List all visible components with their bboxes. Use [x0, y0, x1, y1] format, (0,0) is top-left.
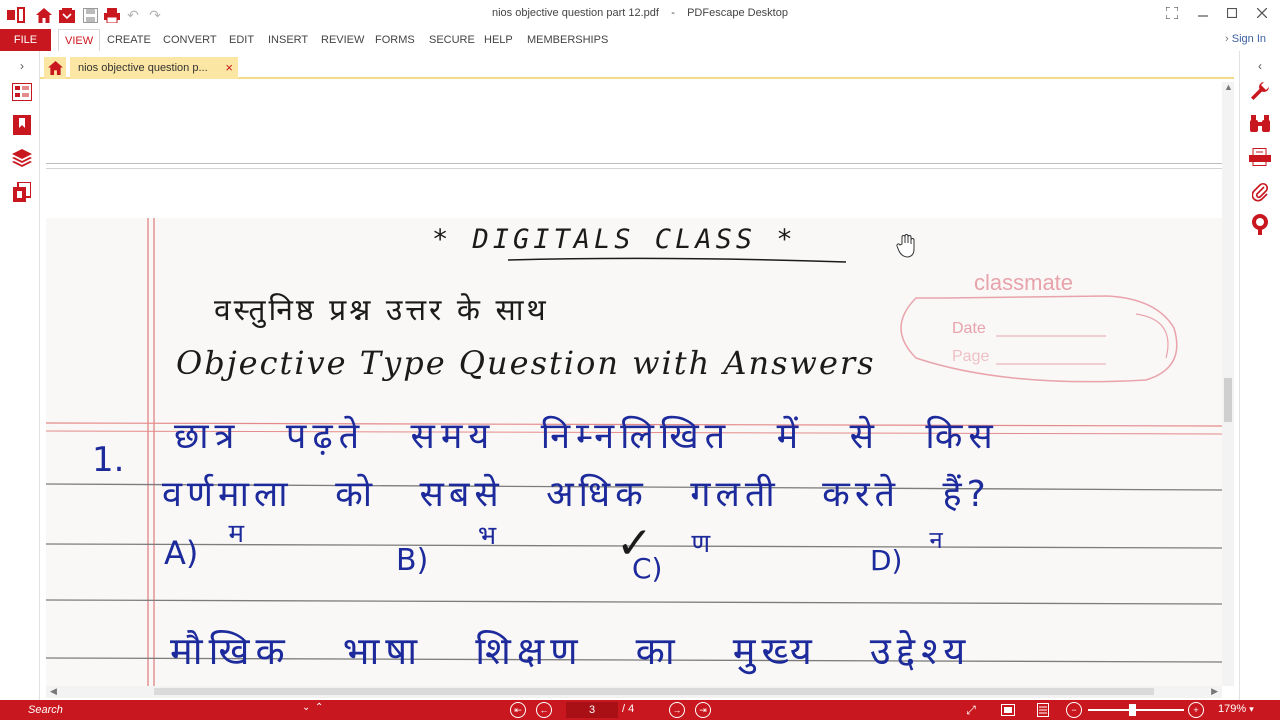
vertical-scrollbar[interactable]: ▲ [1222, 82, 1234, 686]
sign-in-link[interactable]: › Sign In [1225, 33, 1266, 45]
close-window-icon[interactable] [1250, 4, 1274, 22]
thumbnails-icon[interactable] [11, 81, 33, 103]
scroll-right-icon[interactable]: ▶ [1211, 686, 1218, 697]
menu-review[interactable]: REVIEW [315, 29, 370, 51]
option-c-label: C) [632, 552, 663, 585]
option-c: C) ण [632, 529, 710, 586]
right-sidebar: ‹ [1239, 51, 1280, 700]
question-1-line-2: वर्णमाला को सबसे अधिक गलती करते हैं? [162, 474, 991, 515]
menu-view[interactable]: VIEW [58, 29, 101, 51]
actual-size-icon[interactable] [999, 701, 1017, 719]
scanned-page: * DIGITALS CLASS * वस्तुनिष्ठ प्रश्न उत्… [46, 218, 1222, 686]
page-separator [46, 163, 1222, 164]
wrench-icon[interactable] [1248, 79, 1272, 103]
attachments-panel-icon[interactable] [11, 181, 33, 203]
home-tab[interactable] [44, 57, 66, 79]
hand-cursor-icon [896, 234, 916, 258]
chevron-right-icon: › [1225, 33, 1229, 45]
next-page-icon[interactable]: → [669, 702, 685, 718]
document-tab-strip: nios objective question p... × [40, 57, 1234, 79]
page-total: / 4 [622, 703, 635, 715]
option-d: D) न [870, 526, 943, 578]
zoom-slider-track[interactable] [1088, 709, 1184, 711]
option-d-text: न [929, 526, 943, 554]
hindi-subtitle: वस्तुनिष्ठ प्रश्न उत्तर के साथ [214, 293, 549, 328]
layers-icon[interactable] [11, 147, 33, 169]
fit-page-icon[interactable]: ⤢ [962, 701, 980, 719]
pdfescape-window: ↶ ↷ nios objective question part 12.pdf … [0, 0, 1280, 720]
stamp-page-label: Page [952, 348, 990, 365]
zoom-out-icon[interactable]: − [1066, 702, 1082, 718]
horizontal-scrollbar[interactable]: ◀ ▶ [46, 686, 1222, 698]
menu-convert[interactable]: CONVERT [157, 29, 223, 51]
zoom-in-icon[interactable]: + [1188, 702, 1204, 718]
title-separator: - [671, 7, 675, 19]
option-b-label: B) [396, 543, 429, 578]
menu-secure[interactable]: SECURE [423, 29, 481, 51]
menu-edit[interactable]: EDIT [223, 29, 260, 51]
scroll-up-icon[interactable]: ▲ [1224, 82, 1233, 92]
menu-help[interactable]: HELP [478, 29, 519, 51]
search-placeholder: Search [28, 704, 63, 716]
minimize-icon[interactable] [1191, 4, 1215, 22]
collapse-sidebar-icon[interactable]: ‹ [1248, 54, 1272, 78]
menu-forms[interactable]: FORMS [369, 29, 421, 51]
menu-create[interactable]: CREATE [101, 29, 157, 51]
zoom-level[interactable]: 179% ▾ [1218, 703, 1254, 715]
vertical-scroll-thumb[interactable] [1224, 378, 1232, 422]
maximize-icon[interactable] [1220, 4, 1244, 22]
document-tab-label: nios objective question p... [78, 62, 208, 74]
bookmark-icon[interactable] [11, 114, 33, 136]
document-viewport[interactable]: * DIGITALS CLASS * वस्तुनिष्ठ प्रश्न उत्… [46, 82, 1222, 686]
question-2-line-1: मौखिक भाषा शिक्षण का मुख्य उद्देश्य [170, 629, 972, 673]
search-input[interactable]: Search ⌄ ⌃ [0, 700, 326, 720]
question-1-number: 1. [92, 440, 125, 480]
option-b: B) भ [396, 521, 496, 578]
expand-sidebar-icon[interactable]: › [11, 55, 33, 77]
title-bar: ↶ ↷ nios objective question part 12.pdf … [0, 0, 1280, 29]
fullscreen-icon[interactable] [1160, 4, 1184, 22]
scroll-left-icon[interactable]: ◀ [50, 686, 57, 697]
status-bar: Search ⌄ ⌃ ⇤ ← 3 / 4 → ⇥ ⤢ − + 179% ▾ [0, 700, 1280, 720]
last-page-icon[interactable]: ⇥ [695, 702, 711, 718]
document-tab[interactable]: nios objective question p... × [70, 57, 238, 79]
option-b-text: भ [477, 521, 497, 551]
option-a-text: म [228, 519, 245, 549]
page-heading: * DIGITALS CLASS * [432, 224, 797, 255]
menu-bar: FILE VIEW CREATE CONVERT EDIT INSERT REV… [0, 29, 1280, 51]
zoom-dropdown-icon[interactable]: ▾ [1249, 704, 1254, 714]
menu-memberships[interactable]: MEMBERSHIPS [521, 29, 614, 51]
option-a-label: A) [164, 534, 199, 572]
document-filename: nios objective question part 12.pdf [492, 7, 659, 19]
zoom-slider-thumb[interactable] [1129, 704, 1136, 716]
page-separator-shadow [46, 168, 1222, 169]
home-tab-icon [47, 61, 63, 75]
form-fields-icon[interactable] [1248, 146, 1272, 170]
page-number-input[interactable]: 3 [566, 702, 618, 718]
fit-width-icon[interactable] [1034, 701, 1052, 719]
horizontal-scroll-thumb[interactable] [154, 688, 1154, 695]
left-sidebar: › [0, 51, 40, 700]
search-options-chevron-icon[interactable]: ⌄ [302, 702, 310, 713]
english-subtitle: Objective Type Question with Answers [176, 344, 876, 382]
sign-in-label: Sign In [1231, 33, 1266, 45]
paperclip-icon[interactable] [1248, 180, 1272, 204]
menu-insert[interactable]: INSERT [262, 29, 314, 51]
app-name: PDFescape Desktop [687, 7, 788, 19]
binoculars-icon[interactable] [1248, 112, 1272, 136]
first-page-icon[interactable]: ⇤ [510, 702, 526, 718]
zoom-level-value: 179% [1218, 703, 1247, 715]
file-menu[interactable]: FILE [0, 29, 51, 51]
option-d-label: D) [870, 544, 903, 577]
search-up-icon[interactable]: ⌃ [315, 702, 323, 713]
stamp-date-label: Date [952, 320, 986, 337]
option-a: A) म [164, 519, 244, 572]
previous-page-icon[interactable]: ← [536, 702, 552, 718]
question-1-line-1: छात्र पढ़ते समय निम्नलिखित में से किस [174, 416, 999, 457]
option-c-text: ण [691, 529, 711, 559]
stamp-icon[interactable] [1248, 212, 1272, 236]
window-title: nios objective question part 12.pdf - PD… [0, 7, 1280, 19]
close-tab-icon[interactable]: × [225, 60, 233, 75]
classmate-brand: classmate [974, 270, 1074, 295]
